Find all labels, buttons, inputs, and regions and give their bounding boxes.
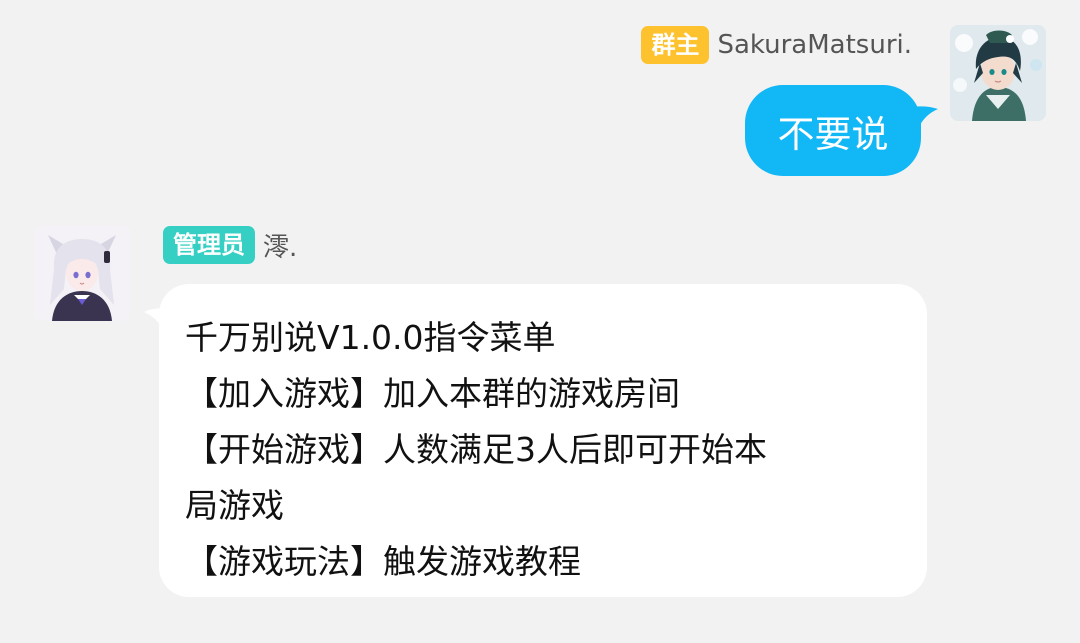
avatar-green-hair-character-icon	[950, 25, 1046, 121]
role-badge-admin: 管理员	[163, 226, 255, 264]
sender-name-incoming[interactable]: 澪.	[263, 227, 297, 264]
message-bubble-incoming[interactable]: 千万别说V1.0.0指令菜单 【加入游戏】加入本群的游戏房间 【开始游戏】人数满…	[159, 284, 927, 597]
message-line-gameplay: 【游戏玩法】触发游戏教程	[185, 542, 581, 581]
message-line-start-game: 【开始游戏】人数满足3人后即可开始本	[185, 430, 767, 469]
message-line-title: 千万别说V1.0.0指令菜单	[185, 318, 556, 357]
sender-row-outgoing: 群主 SakuraMatsuri.	[641, 25, 912, 65]
avatar-outgoing[interactable]	[950, 25, 1046, 121]
role-badge-owner: 群主	[641, 26, 710, 64]
message-bubble-outgoing[interactable]: 不要说	[745, 85, 921, 176]
message-line-join-game: 【加入游戏】加入本群的游戏房间	[185, 374, 680, 413]
bubble-tail-right-icon	[912, 106, 938, 129]
sender-name-outgoing[interactable]: SakuraMatsuri.	[717, 30, 912, 60]
avatar-silver-hair-catgirl-icon	[34, 225, 130, 321]
chat-window: { "messages": { "outgoing": { "role_badg…	[0, 0, 1080, 643]
avatar-incoming[interactable]	[34, 225, 130, 321]
sender-row-incoming: 管理员 澪.	[163, 225, 297, 265]
message-line-start-game-cont: 局游戏	[185, 486, 284, 525]
message-text-outgoing: 不要说	[777, 112, 889, 156]
